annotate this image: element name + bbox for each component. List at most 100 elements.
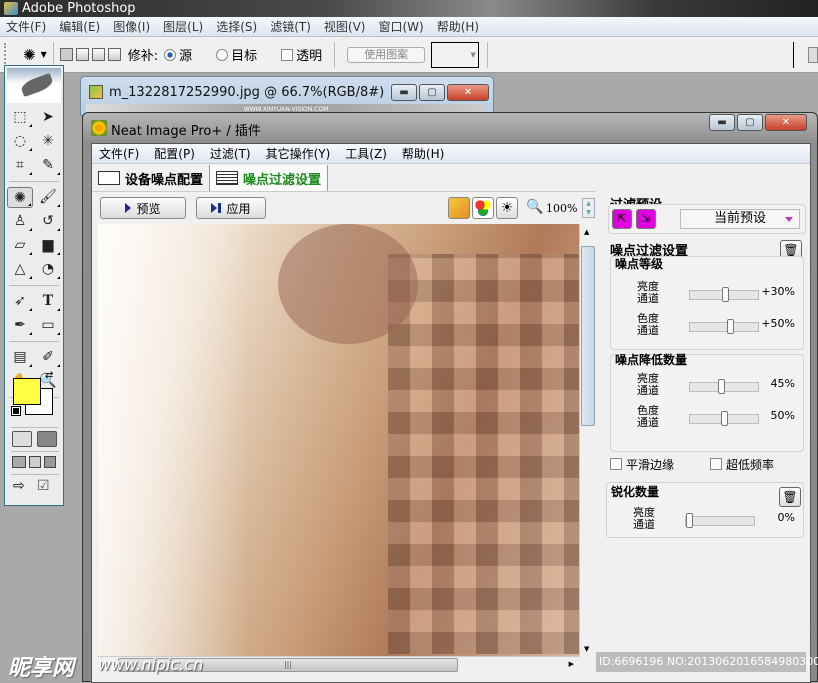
magic-wand-tool-icon[interactable]: ✳ xyxy=(35,131,61,152)
zoom-icon[interactable]: 🔍 xyxy=(526,199,543,215)
noise-reduction-luminance-slider[interactable] xyxy=(689,379,759,394)
full-screen-menu-mode-icon[interactable] xyxy=(29,456,41,468)
layers-icon[interactable] xyxy=(448,197,470,219)
slider-knob[interactable] xyxy=(727,319,735,334)
noise-reduction-chrominance-slider[interactable] xyxy=(689,411,759,426)
ni-menu-file[interactable]: 文件(F) xyxy=(99,145,139,162)
minimize-button[interactable]: ▬ xyxy=(709,114,735,131)
gradient-tool-icon[interactable]: ▆ xyxy=(35,235,61,256)
doc-minimize-button[interactable]: ▬ xyxy=(391,84,417,101)
path-selection-tool-icon[interactable]: ➶ xyxy=(7,291,33,312)
menu-filter[interactable]: 滤镜(T) xyxy=(270,18,311,35)
standard-screen-mode-icon[interactable] xyxy=(12,456,26,468)
menu-help[interactable]: 帮助(H) xyxy=(437,18,479,35)
pattern-picker[interactable]: ▼ xyxy=(431,41,480,68)
foreground-color-swatch[interactable] xyxy=(13,378,41,405)
slider-knob[interactable] xyxy=(722,287,730,302)
doc-maximize-button[interactable]: ▢ xyxy=(419,84,445,101)
ni-menu-filter[interactable]: 过滤(T) xyxy=(210,145,251,162)
swap-colors-icon[interactable]: ⇄ xyxy=(45,370,53,381)
menu-layer[interactable]: 图层(L) xyxy=(163,18,203,35)
zoom-spinner[interactable]: ▲ ▼ xyxy=(582,198,595,218)
vertical-scroll-thumb[interactable] xyxy=(581,246,595,426)
patch-tool-preset-icon[interactable]: ✺ xyxy=(23,46,36,64)
crop-tool-icon[interactable]: ⌗ xyxy=(7,155,33,176)
tab-noise-filter-settings[interactable]: 噪点过滤设置 xyxy=(210,165,329,191)
preset-dropdown-icon[interactable]: ▼ xyxy=(41,50,47,59)
history-brush-tool-icon[interactable]: ↺ xyxy=(35,211,61,232)
brightness-icon[interactable]: ☀ xyxy=(496,197,518,219)
new-selection-icon[interactable] xyxy=(59,48,73,61)
vertical-scrollbar[interactable]: ▲ ▼ xyxy=(579,224,595,656)
noise-level-luminance-slider[interactable] xyxy=(689,287,759,302)
dodge-tool-icon[interactable]: ◔ xyxy=(35,259,61,280)
menu-window[interactable]: 窗口(W) xyxy=(378,18,423,35)
eyedropper-tool-icon[interactable]: ✐ xyxy=(35,347,61,368)
intersect-selection-icon[interactable] xyxy=(107,48,121,61)
source-radio[interactable] xyxy=(164,48,177,61)
menu-edit[interactable]: 编辑(E) xyxy=(59,18,100,35)
doc-close-button[interactable]: ✕ xyxy=(447,84,489,101)
type-tool-icon[interactable]: T xyxy=(35,291,61,312)
slider-knob[interactable] xyxy=(717,379,725,394)
menu-select[interactable]: 选择(S) xyxy=(216,18,257,35)
scroll-down-icon[interactable]: ▼ xyxy=(584,645,589,653)
slider-knob[interactable] xyxy=(721,411,728,426)
pattern-dropdown-icon[interactable]: ▼ xyxy=(468,41,480,68)
ultra-low-frequency-checkbox[interactable] xyxy=(710,458,722,470)
full-screen-mode-icon[interactable] xyxy=(44,456,56,468)
image-preview[interactable] xyxy=(98,224,580,656)
smooth-edges-checkbox[interactable] xyxy=(610,458,622,470)
load-preset-button[interactable]: ⇱ xyxy=(612,209,632,229)
menu-file[interactable]: 文件(F) xyxy=(6,18,46,35)
maximize-button[interactable]: ▢ xyxy=(737,114,763,131)
ni-menu-help[interactable]: 帮助(H) xyxy=(402,145,444,162)
transparent-checkbox[interactable] xyxy=(281,48,294,61)
notes-tool-icon[interactable]: ▤ xyxy=(7,347,33,368)
ni-menu-tools[interactable]: 工具(Z) xyxy=(345,145,387,162)
tab-device-noise-profile[interactable]: 设备噪点配置 xyxy=(92,165,211,191)
move-tool-icon[interactable]: ➤ xyxy=(35,107,61,128)
blur-tool-icon[interactable]: △ xyxy=(7,259,33,280)
slider-label: 亮度 通道 xyxy=(633,506,655,531)
options-grip[interactable] xyxy=(4,42,7,67)
reset-sharpen-trash-icon[interactable]: 🗑 xyxy=(779,487,801,507)
close-button[interactable]: ✕ xyxy=(765,114,807,131)
apply-button[interactable]: 应用 xyxy=(196,197,266,219)
slider-knob[interactable] xyxy=(686,513,693,528)
quick-mask-mode-icon[interactable] xyxy=(37,431,57,447)
ni-menu-other[interactable]: 其它操作(Y) xyxy=(266,145,331,162)
brush-tool-icon[interactable]: 🖌 xyxy=(35,187,61,208)
preset-select[interactable]: 当前预设 xyxy=(680,209,800,229)
toolbox-header[interactable] xyxy=(7,68,61,103)
jump-to-imageready-icon[interactable]: ⇨ xyxy=(13,478,25,494)
scroll-up-icon[interactable]: ▲ xyxy=(584,228,589,236)
use-pattern-button[interactable]: 使用图案 xyxy=(347,46,426,63)
file-browser-icon[interactable] xyxy=(808,46,818,63)
scroll-right-icon[interactable]: ▶ xyxy=(569,660,574,668)
menu-view[interactable]: 视图(V) xyxy=(324,18,366,35)
menu-image[interactable]: 图像(I) xyxy=(113,18,150,35)
slice-tool-icon[interactable]: ✎ xyxy=(35,155,61,176)
default-colors-icon[interactable] xyxy=(11,406,21,416)
pen-tool-icon[interactable]: ✒ xyxy=(7,315,33,336)
color-channels-icon[interactable] xyxy=(472,197,494,219)
patch-tool-icon[interactable]: ✺ xyxy=(7,187,33,208)
preview-button[interactable]: 预览 xyxy=(100,197,186,219)
save-preset-button[interactable]: ⇲ xyxy=(636,209,656,229)
marquee-tool-icon[interactable]: ⬚ xyxy=(7,107,33,128)
standard-mode-icon[interactable] xyxy=(12,431,32,447)
noise-level-chrominance-slider[interactable] xyxy=(689,319,759,334)
lasso-tool-icon[interactable]: ◌ xyxy=(7,131,33,152)
preset-value: 当前预设 xyxy=(713,211,766,226)
shape-tool-icon[interactable]: ▭ xyxy=(35,315,61,336)
target-radio[interactable] xyxy=(216,48,229,61)
add-selection-icon[interactable] xyxy=(75,48,89,61)
sharpen-luminance-slider[interactable] xyxy=(685,513,755,528)
subtract-selection-icon[interactable] xyxy=(91,48,105,61)
ni-menu-profile[interactable]: 配置(P) xyxy=(154,145,195,162)
slider-value: 45% xyxy=(770,377,795,390)
checkmark-icon[interactable]: ☑ xyxy=(37,478,50,494)
stamp-tool-icon[interactable]: ♙ xyxy=(7,211,33,232)
eraser-tool-icon[interactable]: ▱ xyxy=(7,235,33,256)
